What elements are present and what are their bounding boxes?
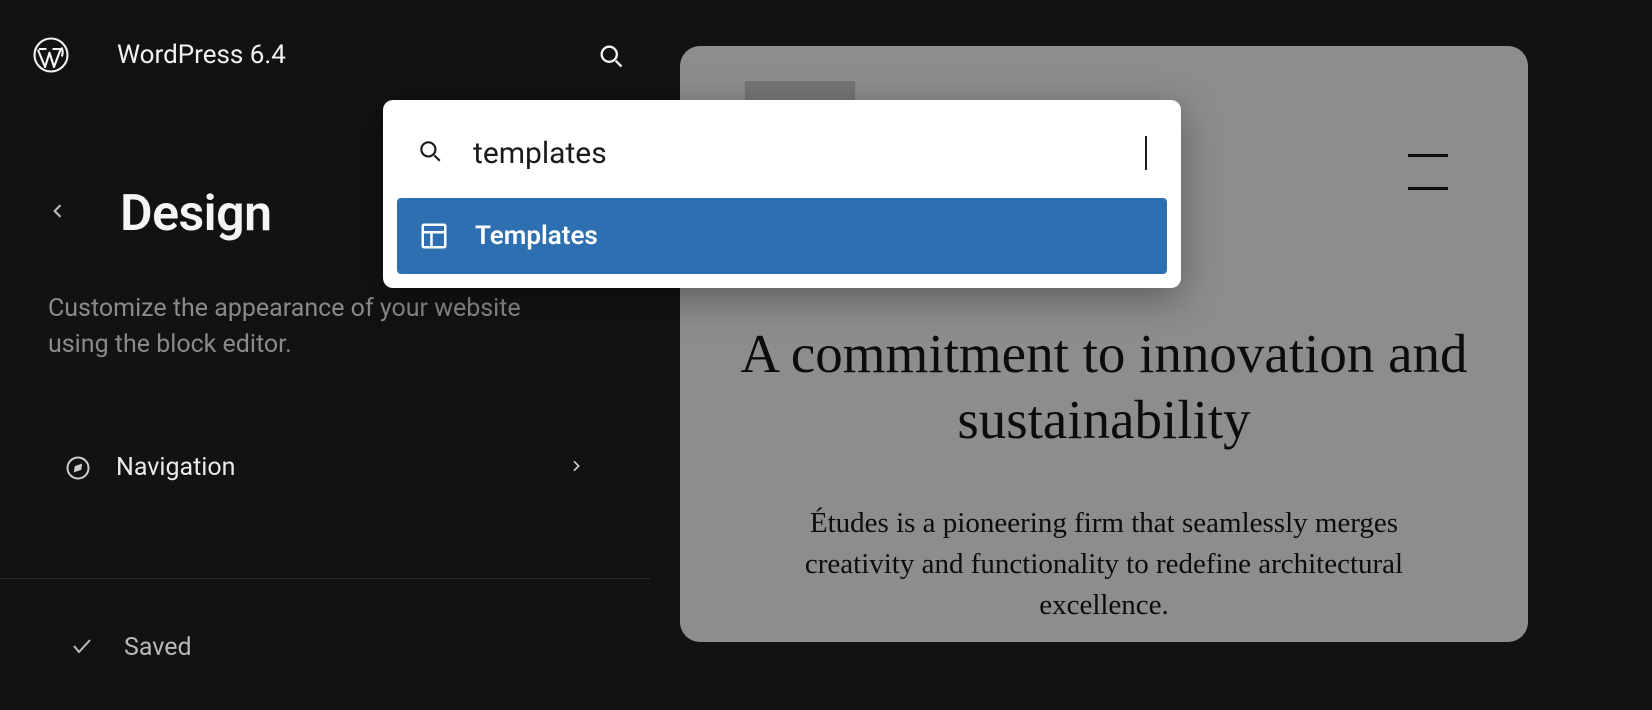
command-palette-search-row: [397, 114, 1167, 192]
editor-topbar: WordPress 6.4: [0, 0, 650, 110]
back-button[interactable]: [48, 201, 74, 227]
saved-label: Saved: [124, 633, 192, 662]
compass-icon: [64, 454, 92, 482]
canvas-heading: A commitment to innovation and sustainab…: [720, 321, 1488, 453]
save-status-bar: Saved: [0, 578, 650, 662]
canvas-hero: A commitment to innovation and sustainab…: [680, 321, 1528, 627]
sidebar-description: Customize the appearance of your website…: [48, 291, 568, 364]
wordpress-logo-icon[interactable]: [33, 37, 69, 73]
command-palette-input[interactable]: [473, 136, 1145, 171]
command-result-templates[interactable]: Templates: [397, 198, 1167, 274]
search-icon: [417, 138, 443, 168]
design-nav-list: Navigation: [48, 436, 602, 500]
site-title[interactable]: WordPress 6.4: [117, 40, 286, 70]
sidebar-title: Design: [120, 185, 272, 243]
chevron-right-icon: [568, 458, 584, 478]
check-icon: [70, 634, 94, 662]
hamburger-menu-icon[interactable]: [1408, 154, 1448, 190]
text-cursor: [1145, 136, 1147, 170]
layout-icon: [419, 221, 449, 251]
open-command-palette-button[interactable]: [597, 42, 625, 70]
nav-item-navigation[interactable]: Navigation: [48, 436, 602, 500]
command-result-label: Templates: [475, 221, 598, 251]
canvas-paragraph: Études is a pioneering firm that seamles…: [720, 503, 1488, 627]
nav-item-label: Navigation: [116, 453, 235, 482]
command-palette: Templates: [383, 100, 1181, 288]
